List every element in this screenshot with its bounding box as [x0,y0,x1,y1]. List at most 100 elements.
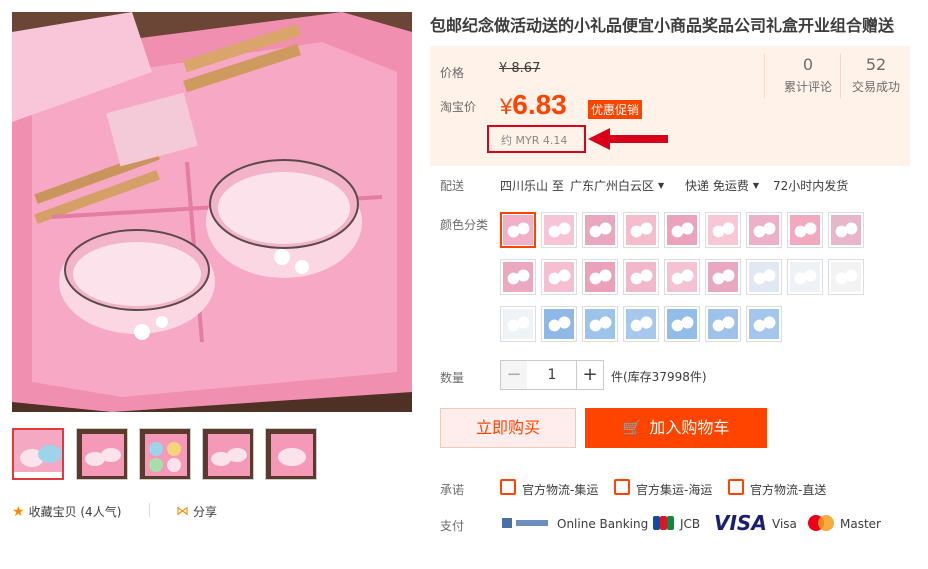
favorite-label: 收藏宝贝 (4人气) [28,505,122,519]
quantity-decrease-button[interactable]: − [500,360,528,390]
thumbnail-3[interactable] [139,428,191,480]
sku-option[interactable] [664,212,700,248]
product-main-image[interactable] [12,12,412,412]
sku-option-image [667,215,697,245]
logistics-icon [500,479,516,495]
sku-option[interactable] [500,259,536,295]
payment-visa: Visa [772,517,797,531]
thumbnail-image [14,430,62,478]
sku-option[interactable] [664,306,700,342]
promise-item-2[interactable]: 官方集运-海运 [636,481,712,498]
thumbnail-5[interactable] [265,428,317,480]
delivery-method-select[interactable]: 快递 免运费 ▼ [685,177,759,194]
sku-option[interactable] [787,212,823,248]
sku-option[interactable] [828,259,864,295]
sku-option[interactable] [623,306,659,342]
sku-option-image [544,262,574,292]
delivery-label: 配送 [440,179,465,193]
payment-master: Master [840,517,881,531]
share-link[interactable]: ⋈ 分享 [176,503,217,520]
sku-option-image [749,309,779,339]
sku-option-image [503,262,533,292]
sku-label: 颜色分类 [440,218,489,232]
sku-option-image [708,215,738,245]
sku-option-image [544,309,574,339]
sku-option-image [544,215,574,245]
promise-item-1[interactable]: 官方物流-集运 [522,481,598,498]
sku-option[interactable] [500,306,536,342]
sku-option[interactable] [787,259,823,295]
sku-option[interactable] [705,259,741,295]
quantity-input[interactable]: 1 [527,360,577,390]
sku-option[interactable] [746,259,782,295]
sku-option[interactable] [582,306,618,342]
sku-option[interactable] [623,259,659,295]
sku-option-image [626,215,656,245]
original-price: ¥ 8.67 [499,61,541,76]
sku-option[interactable] [746,306,782,342]
quantity-increase-button[interactable]: + [576,360,604,390]
sku-option-image [626,309,656,339]
cart-icon: 🛒 [622,419,642,437]
sku-option[interactable] [541,306,577,342]
sku-option-image [831,262,861,292]
thumbnail-4[interactable] [202,428,254,480]
mastercard-logo-icon [808,515,834,531]
sku-option[interactable] [705,212,741,248]
visa-logo: VISA [714,511,767,535]
share-label: 分享 [193,505,218,519]
logistics-icon [728,479,744,495]
payment-online-banking: Online Banking [557,517,649,531]
sku-option-image [667,309,697,339]
delivery-time: 72小时内发货 [773,179,849,193]
thumbnail-1[interactable] [12,428,64,480]
product-title: 包邮纪念做活动送的小礼品便宜小商品奖品公司礼盒开业组合赠送 [430,16,895,35]
price-panel: 价格 ¥ 8.67 淘宝价 ¥6.83 优惠促销 约 MYR 4.14 0 累计… [430,46,910,166]
caret-down-icon: ▼ [658,181,665,190]
reviews-label[interactable]: 累计评论 [773,78,843,95]
sku-option[interactable] [664,259,700,295]
current-price-value: 6.83 [512,89,567,120]
promo-badge[interactable]: 优惠促销 [588,100,643,119]
sku-option[interactable] [705,306,741,342]
sku-option-image [790,262,820,292]
sku-option[interactable] [828,212,864,248]
myr-highlight-box: 约 MYR 4.14 [487,125,586,153]
sku-option[interactable] [582,212,618,248]
promise-item-3[interactable]: 官方物流-直送 [750,481,826,498]
sku-option[interactable] [623,212,659,248]
sku-option[interactable] [541,212,577,248]
sales-label: 交易成功 [851,80,900,94]
thumbnail-2[interactable] [76,428,128,480]
logistics-icon [614,479,630,495]
thumbnail-image [203,429,253,479]
favorite-link[interactable]: ★ 收藏宝贝 (4人气) [12,503,121,520]
jcb-logo-icon [653,516,674,530]
currency-symbol: ¥ [500,94,513,119]
sku-option-image [708,309,738,339]
sales-count: 52 [865,55,887,74]
delivery-method: 快递 免运费 [685,179,749,193]
sku-option-image [503,215,533,245]
sku-option-image [626,262,656,292]
sku-option[interactable] [582,259,618,295]
sku-option[interactable] [500,212,536,248]
sku-option-image [585,309,615,339]
buy-now-button[interactable]: 立即购买 [440,408,576,448]
myr-price: 约 MYR 4.14 [501,134,568,147]
current-price: ¥6.83 [500,90,567,122]
taobao-price-label: 淘宝价 [440,100,477,114]
sku-option[interactable] [746,212,782,248]
sku-option-image [831,215,861,245]
payment-jcb: JCB [680,517,701,531]
sku-option[interactable] [541,259,577,295]
sku-option-image [585,215,615,245]
caret-down-icon: ▼ [752,181,759,190]
payment-label: 支付 [440,519,465,533]
add-to-cart-button[interactable]: 🛒 加入购物车 [585,408,767,448]
price-label: 价格 [440,66,465,80]
reviews-count[interactable]: 0 [773,55,843,74]
delivery-destination-select[interactable]: 广东广州白云区 ▼ [570,177,664,194]
delivery-from: 四川乐山 至 [500,179,564,193]
thumbnail-image [266,429,316,479]
